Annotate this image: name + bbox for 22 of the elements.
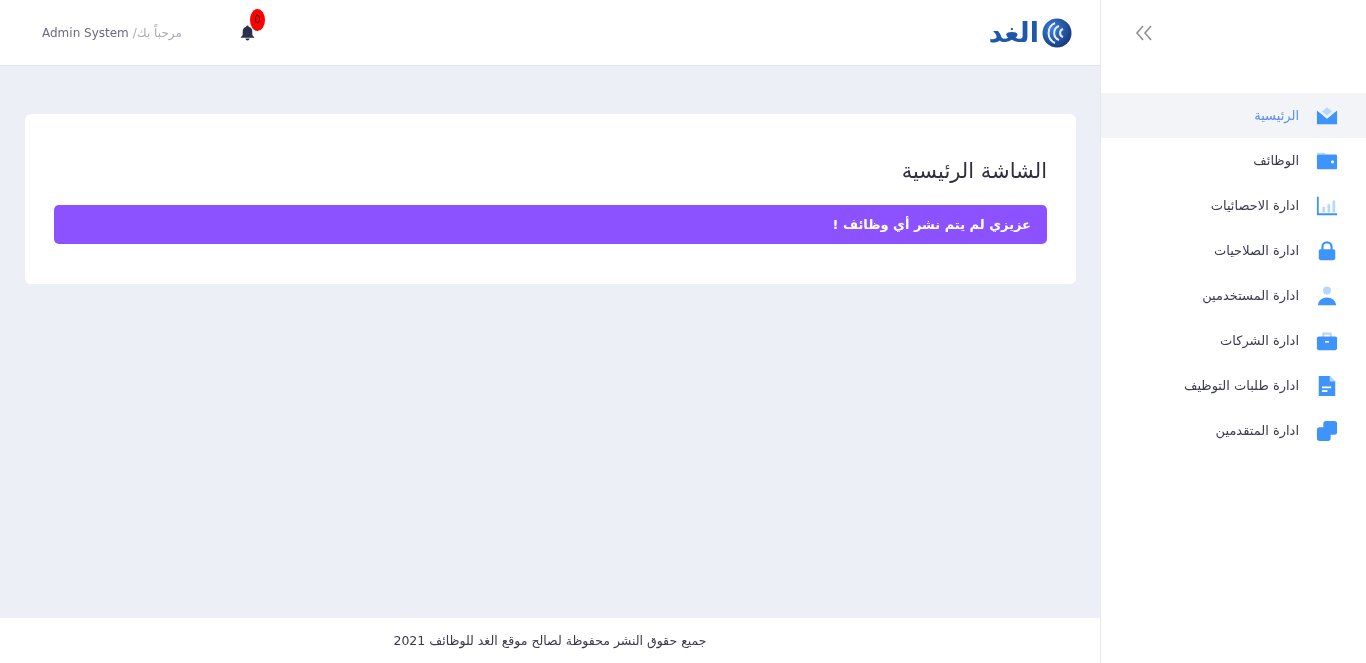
sidebar-item[interactable]: ادارة الشركات: [1101, 318, 1366, 363]
sidebar-item[interactable]: ادارة طلبات التوظيف: [1101, 363, 1366, 408]
footer-text: جميع حقوق النشر محفوظة لصالح موقع الغد للوظائف 2021: [393, 633, 707, 648]
sidebar-item[interactable]: ادارة الصلاحيات: [1101, 228, 1366, 273]
notification-badge: 0: [249, 8, 265, 31]
bell-icon[interactable]: [239, 24, 255, 41]
sidebar-item[interactable]: ادارة المتقدمين: [1101, 408, 1366, 453]
page-title: الشاشة الرئيسية: [900, 158, 1047, 185]
greeting-text: مرحباً بك/: [132, 25, 182, 40]
sidebar-item[interactable]: ادارة المستخدمين: [1101, 273, 1366, 318]
logo-text: الغد: [988, 19, 1039, 46]
document-icon: [1316, 374, 1338, 397]
lock-icon: [1316, 239, 1338, 262]
user-icon: [1316, 284, 1338, 307]
sidebar-item[interactable]: الوظائف: [1101, 138, 1366, 183]
bar-chart-icon: [1316, 194, 1338, 217]
sidebar-item[interactable]: ادارة الاحصائيات: [1101, 183, 1366, 228]
overlapping-squares-icon: [1316, 419, 1338, 442]
alert-message: عزيزي لم يتم نشر أي وظائف !: [54, 205, 1047, 244]
globe-logo-icon: [1042, 17, 1072, 48]
user-name: Admin System: [42, 25, 129, 40]
double-chevron-icon[interactable]: [1135, 25, 1153, 41]
